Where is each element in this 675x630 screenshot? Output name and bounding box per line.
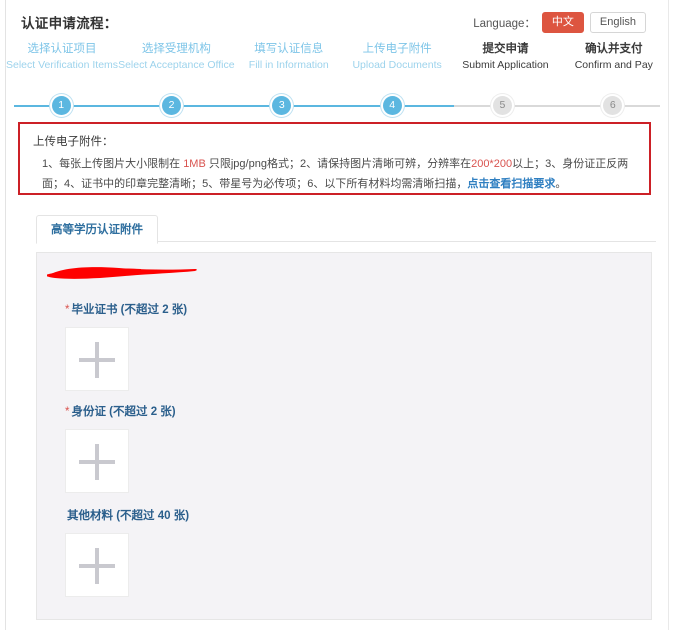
step-bullet-6[interactable]: 6 [603,96,623,115]
upload-notice-box: 上传电子附件： 1、每张上传图片大小限制在 1MB 只限jpg/png格式；2、… [18,122,651,195]
step-1-label-en: Select Verification Items [6,59,119,71]
plus-icon [95,443,99,480]
stepper-bullet-cell-5: 5 [447,96,557,115]
page-header: 认证申请流程： Language： 中文 English [6,0,668,40]
step-5-label-en: Submit Application [462,59,549,71]
notice-title: 上传电子附件： [33,136,114,148]
stepper-bullet-cell-4: 4 [337,96,447,115]
step-1[interactable]: 选择认证项目 Select Verification Items [6,42,118,73]
step-3-label-en: Fill in Information [248,59,329,71]
step-3-label-cn: 填写认证信息 [254,43,324,55]
stepper-bullet-cell-3: 3 [227,96,337,115]
stepper-labels-row: 选择认证项目 Select Verification Items 选择受理机构 … [6,42,668,73]
step-6[interactable]: 确认并支付 Confirm and Pay [560,42,668,73]
notice-seg-1: 1、每张上传图片大小限制在 [42,158,184,170]
step-2-label-en: Select Acceptance Office [118,59,235,71]
step-5-label-cn: 提交申请 [482,43,529,55]
upload-group-other-materials: 其他材料 (不超过 40 张) [65,509,189,597]
plus-icon [95,341,99,378]
step-5[interactable]: 提交申请 Submit Application [451,42,559,73]
step-bullet-4[interactable]: 4 [382,96,402,115]
stepper-bullets: 1 2 3 4 5 6 [6,96,668,115]
upload-group-diploma: * 毕业证书 (不超过 2 张) [65,303,187,391]
tab-higher-education-attachments[interactable]: 高等学历认证附件 [36,215,158,244]
page-right-rule [668,0,669,630]
step-bullet-2[interactable]: 2 [161,96,181,115]
stepper-bullet-cell-6: 6 [558,96,668,115]
step-6-label-en: Confirm and Pay [574,59,653,71]
notice-resolution: 200*200 [471,158,513,170]
notice-body: 1、每张上传图片大小限制在 1MB 只限jpg/png格式；2、请保持图片清晰可… [42,154,642,194]
step-bullet-5[interactable]: 5 [492,96,512,115]
upload-group-id-card: * 身份证 (不超过 2 张) [65,405,176,493]
upload-group-id-card-text: 身份证 (不超过 2 张) [71,406,176,418]
step-1-label-cn: 选择认证项目 [27,43,97,55]
stepper-track: 1 2 3 4 5 6 [6,96,668,116]
step-bullet-3[interactable]: 3 [272,96,292,115]
upload-panel: * 毕业证书 (不超过 2 张) * 身份证 (不超过 2 张) 其他材料 (不超过… [36,252,652,620]
notice-seg-2: 只限jpg/png格式；2、请保持图片清晰可辨，分辨率在 [205,158,472,170]
step-bullet-1[interactable]: 1 [51,96,71,115]
step-6-label-cn: 确认并支付 [585,43,643,55]
upload-dropzone-id-card[interactable] [65,429,129,493]
language-switcher: Language： 中文 English [473,12,646,33]
step-2[interactable]: 选择受理机构 Select Acceptance Office [118,42,235,73]
upload-group-other-materials-label: 其他材料 (不超过 40 张) [65,509,189,523]
upload-group-diploma-text: 毕业证书 (不超过 2 张) [71,304,188,316]
step-4[interactable]: 上传电子附件 Upload Documents [343,42,451,73]
upload-dropzone-diploma[interactable] [65,327,129,391]
language-label: Language： [473,17,536,30]
plus-icon [95,547,99,584]
required-star-id-card: * [65,406,70,418]
language-button-chinese[interactable]: 中文 [541,12,584,33]
stepper-bullet-cell-1: 1 [6,96,116,115]
stepper-bullet-cell-2: 2 [116,96,226,115]
upload-group-diploma-label: * 毕业证书 (不超过 2 张) [65,303,187,317]
upload-dropzone-other-materials[interactable] [65,533,129,597]
step-4-label-cn: 上传电子附件 [362,43,432,55]
page-wrapper: 认证申请流程： Language： 中文 English 选择认证项目 Sele… [6,0,668,630]
redaction-scribble [47,267,197,279]
notice-size-limit: 1MB [183,158,206,170]
upload-group-id-card-label: * 身份证 (不超过 2 张) [65,405,176,419]
attachment-tabs: 高等学历认证附件 [36,215,656,244]
notice-seg-4: 。 [555,178,567,190]
step-3[interactable]: 填写认证信息 Fill in Information [235,42,343,73]
scan-requirements-link[interactable]: 点击查看扫描要求 [467,178,555,190]
progress-stepper: 选择认证项目 Select Verification Items 选择受理机构 … [6,42,668,116]
language-button-english[interactable]: English [589,12,646,33]
required-star-diploma: * [65,304,70,316]
step-4-label-en: Upload Documents [352,59,442,71]
step-2-label-cn: 选择受理机构 [141,43,211,55]
upload-group-other-materials-text: 其他材料 (不超过 40 张) [67,510,190,522]
page-title: 认证申请流程： [21,16,118,31]
